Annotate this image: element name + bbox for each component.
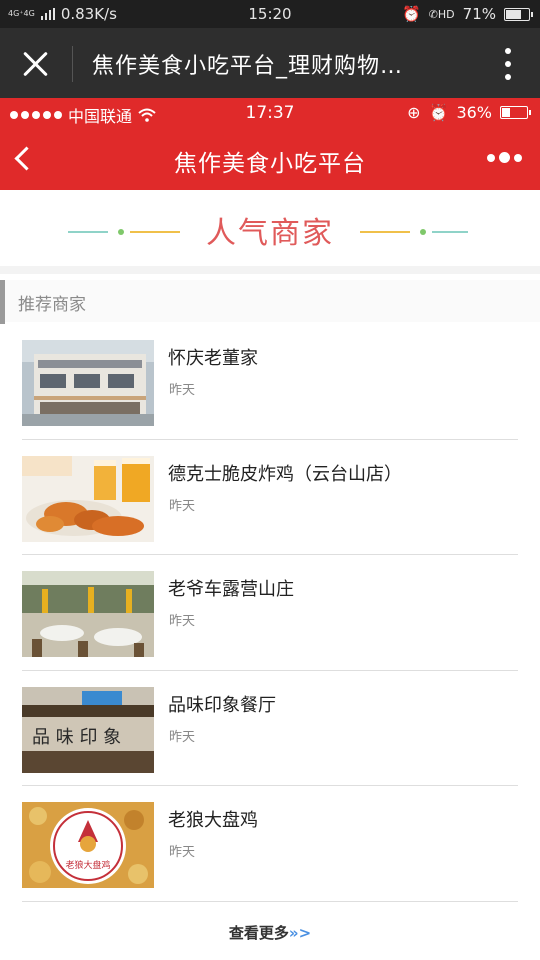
list-item[interactable]: 品 味 印 象 品味印象餐厅 昨天 bbox=[0, 671, 540, 786]
banner-dot-right bbox=[420, 229, 426, 235]
section-title: 推荐商家 bbox=[18, 295, 86, 315]
merchant-name: 品味印象餐厅 bbox=[168, 694, 276, 716]
merchant-thumbnail bbox=[22, 340, 154, 426]
merchant-list: 怀庆老董家 昨天 德克士脆皮炸鸡（云台山店） 昨天 老爷车露营山庄 昨天 品 味… bbox=[0, 324, 540, 902]
popular-merchants-banner: 人气商家 bbox=[0, 190, 540, 270]
merchant-thumbnail: 品 味 印 象 bbox=[22, 686, 154, 773]
merchant-thumbnail bbox=[22, 455, 154, 542]
page-title: 焦作美食小吃平台 bbox=[174, 151, 366, 177]
list-item[interactable]: 德克士脆皮炸鸡（云台山店） 昨天 bbox=[0, 440, 540, 555]
section-marker bbox=[0, 280, 5, 324]
inner-battery-percent: 36% bbox=[456, 103, 492, 122]
close-icon[interactable] bbox=[20, 48, 52, 80]
list-item[interactable]: 老爷车露营山庄 昨天 bbox=[0, 555, 540, 671]
banner-line-right bbox=[432, 231, 468, 233]
double-arrow-icon: »> bbox=[288, 924, 312, 942]
banner-title: 人气商家 bbox=[206, 216, 334, 251]
list-item[interactable]: 怀庆老董家 昨天 bbox=[0, 324, 540, 440]
merchant-time: 昨天 bbox=[169, 383, 196, 398]
browser-page-title: 焦作美食小吃平台_理财购物… bbox=[92, 54, 404, 79]
more-horizontal-icon[interactable] bbox=[487, 152, 522, 163]
merchant-thumbnail: 老狼大盘鸡 bbox=[22, 802, 154, 888]
merchant-name: 怀庆老董家 bbox=[168, 348, 258, 369]
view-more-link[interactable]: 查看更多»> bbox=[0, 922, 540, 943]
merchant-name: 德克士脆皮炸鸡（云台山店） bbox=[168, 463, 402, 485]
merchant-name: 老爷车露营山庄 bbox=[168, 579, 294, 600]
merchant-thumbnail bbox=[22, 571, 154, 657]
battery-icon bbox=[504, 7, 533, 21]
svg-text:品 味 印 象: 品 味 印 象 bbox=[32, 727, 121, 748]
alarm-icon: ⏰ bbox=[428, 103, 449, 122]
lock-rotation-icon: ⊕ bbox=[407, 103, 421, 122]
merchant-time: 昨天 bbox=[169, 498, 196, 514]
inner-status-bar: 中国联通 17:37 ⊕ ⏰ 36% bbox=[0, 98, 540, 128]
hd-label: HD bbox=[437, 7, 455, 21]
merchant-time: 昨天 bbox=[169, 845, 196, 860]
battery-fill bbox=[502, 108, 510, 117]
logo-text: 老狼大盘鸡 bbox=[65, 859, 110, 871]
battery-percent: 71% bbox=[462, 5, 496, 23]
toolbar-divider bbox=[72, 46, 73, 82]
battery-icon bbox=[500, 106, 531, 119]
list-item[interactable]: 老狼大盘鸡 老狼大盘鸡 昨天 bbox=[0, 786, 540, 902]
call-hd-icon: ✆HD bbox=[428, 7, 455, 21]
merchant-time: 昨天 bbox=[169, 614, 196, 629]
merchant-time: 昨天 bbox=[169, 729, 196, 745]
alarm-icon: ⏰ bbox=[402, 5, 421, 23]
banner-line-right-2 bbox=[360, 231, 410, 233]
more-vertical-icon[interactable] bbox=[504, 48, 512, 80]
section-gap bbox=[0, 266, 540, 274]
app-nav-bar: 焦作美食小吃平台 bbox=[0, 128, 540, 190]
battery-fill bbox=[506, 9, 521, 19]
system-status-bar: 4G⁺4G 0.83K/s 15:20 ⏰ ✆HD 71% bbox=[0, 0, 540, 28]
browser-toolbar: 焦作美食小吃平台_理财购物… bbox=[0, 28, 540, 98]
merchant-name: 老狼大盘鸡 bbox=[168, 810, 258, 831]
divider bbox=[22, 900, 518, 902]
section-header: 推荐商家 bbox=[0, 280, 540, 324]
view-more-label: 查看更多 bbox=[228, 924, 289, 942]
